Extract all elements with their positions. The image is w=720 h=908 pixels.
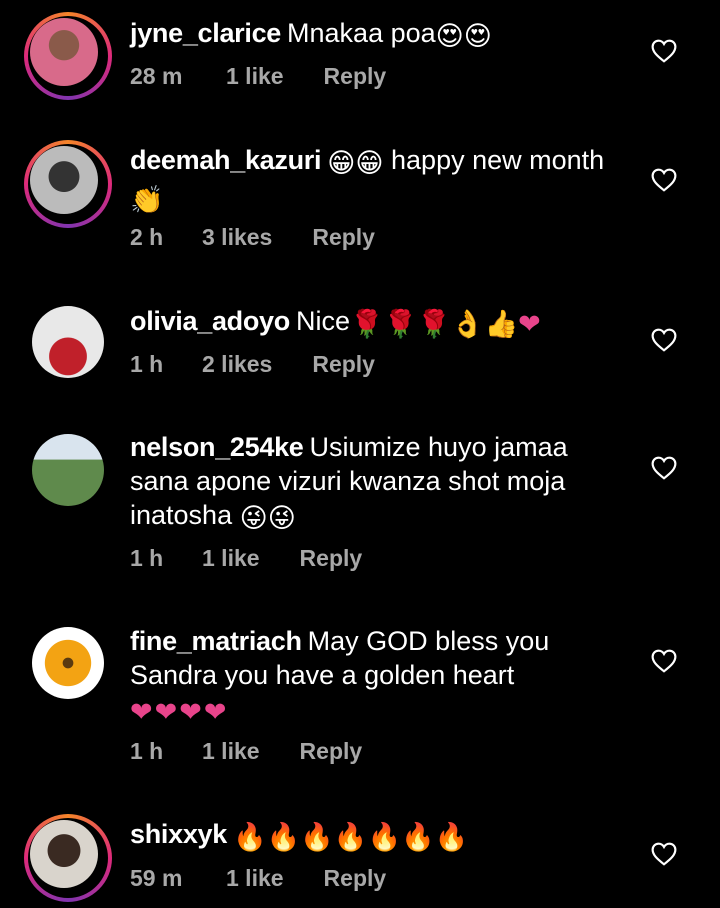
comment-body: Nice [295,306,350,336]
heart-outline-icon[interactable] [651,649,677,673]
emoji-group: ❤❤❤❤ [130,697,229,727]
likes-count[interactable]: 3 likes [202,224,272,251]
comment-meta: 2 h 3 likes Reply [130,224,375,251]
comment-text: deemah_kazuri 😁😁 happy new month 👏 [130,143,630,217]
comment-time: 1 h [130,545,164,571]
reply-button[interactable]: Reply [324,63,387,90]
comment-text: fine_matriach May GOD bless you Sandra yo… [130,624,600,729]
emoji-group: 👏 [130,185,164,215]
reply-button[interactable]: Reply [324,865,387,892]
likes-count[interactable]: 1 like [226,63,284,90]
likes-count[interactable]: 1 like [202,545,260,572]
likes-count[interactable]: 1 like [226,865,284,892]
comment-text: olivia_adoyo Nice🌹🌹🌹👌👍❤ [130,304,630,341]
reply-button[interactable]: Reply [300,545,363,572]
heart-outline-icon[interactable] [651,842,677,866]
username[interactable]: deemah_kazuri [130,145,322,175]
likes-count[interactable]: 2 likes [202,351,272,378]
avatar[interactable] [32,627,104,699]
heart-outline-icon[interactable] [651,328,677,352]
comment-time: 1 h [130,738,164,764]
avatar[interactable] [32,306,104,378]
emoji-group: 😍😍 [435,21,492,51]
username[interactable]: fine_matriach [130,626,302,656]
comment-time: 59 m [130,865,183,891]
comment-text: jyne_clarice Mnakaa poa😍😍 [130,16,630,53]
emoji-group: 🔥🔥🔥🔥🔥🔥🔥 [232,822,469,852]
reply-button[interactable]: Reply [312,224,375,251]
reply-button[interactable]: Reply [300,738,363,765]
username[interactable]: olivia_adoyo [130,306,290,336]
comment-meta: 1 h 2 likes Reply [130,351,375,378]
comment-meta: 28 m 1 like Reply [130,63,386,90]
comment-time: 1 h [130,351,164,377]
emoji-group: 😁😁 [327,148,384,178]
avatar[interactable] [32,434,104,506]
avatar[interactable] [24,12,112,100]
emoji-group: 🌹🌹🌹👌👍❤ [349,309,541,339]
emoji-group: 😜😜 [239,503,296,533]
avatar[interactable] [24,140,112,228]
heart-outline-icon[interactable] [651,456,677,480]
heart-outline-icon[interactable] [651,39,677,63]
username[interactable]: nelson_254ke [130,432,304,462]
comment-text: nelson_254ke Usiumize huyo jamaa sana apo… [130,430,600,535]
avatar[interactable] [24,814,112,902]
comment-text: shixxyk 🔥🔥🔥🔥🔥🔥🔥 [130,817,630,854]
comment-meta: 1 h 1 like Reply [130,545,362,572]
comment-time: 2 h [130,224,164,250]
heart-outline-icon[interactable] [651,168,677,192]
comment-body: Mnakaa poa [287,18,436,48]
comment-meta: 59 m 1 like Reply [130,865,386,892]
reply-button[interactable]: Reply [312,351,375,378]
username[interactable]: jyne_clarice [130,18,281,48]
comment-body: happy new month [391,145,605,175]
comment-meta: 1 h 1 like Reply [130,738,362,765]
likes-count[interactable]: 1 like [202,738,260,765]
username[interactable]: shixxyk [130,819,227,849]
comment-time: 28 m [130,63,183,89]
